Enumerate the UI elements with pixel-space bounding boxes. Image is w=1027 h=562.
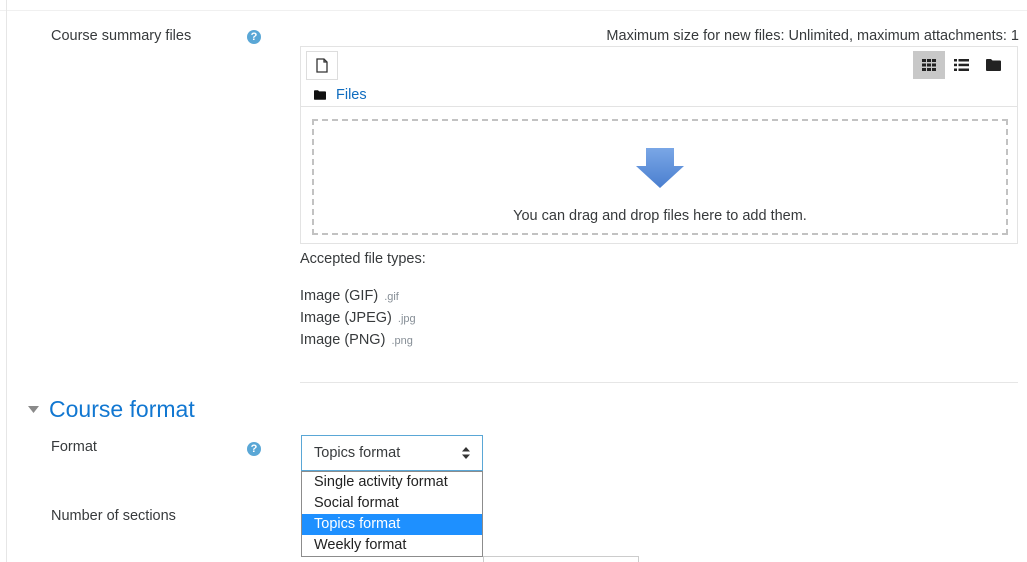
path-link-files[interactable]: Files <box>336 87 367 103</box>
left-border <box>6 0 7 562</box>
file-icon <box>316 58 328 73</box>
help-icon[interactable]: ? <box>247 442 261 456</box>
view-mode-toggle <box>913 51 1009 79</box>
section-title: Course format <box>49 396 195 422</box>
format-option[interactable]: Single activity format <box>302 472 482 493</box>
path-divider <box>301 106 1017 107</box>
view-tree-button[interactable] <box>977 51 1009 79</box>
format-select-value: Topics format <box>314 445 401 461</box>
file-type-item: Image (PNG) .png <box>300 332 413 348</box>
download-arrow-icon <box>636 148 684 188</box>
max-size-info: Maximum size for new files: Unlimited, m… <box>606 28 1019 44</box>
dropzone-message: You can drag and drop files here to add … <box>513 208 807 224</box>
collapse-caret-icon <box>28 406 39 413</box>
format-option-selected[interactable]: Topics format <box>302 514 482 535</box>
file-type-name: Image (PNG) <box>300 332 386 348</box>
folder-icon <box>314 90 326 100</box>
grid-icon <box>922 59 936 71</box>
list-icon <box>953 59 969 71</box>
format-option[interactable]: Social format <box>302 493 482 514</box>
view-list-button[interactable] <box>945 51 977 79</box>
add-file-button[interactable] <box>306 51 338 80</box>
file-type-ext: .png <box>391 335 413 347</box>
help-icon[interactable]: ? <box>247 30 261 44</box>
course-format-header[interactable]: Course format <box>28 396 195 423</box>
format-select[interactable]: Topics format <box>301 435 483 471</box>
file-type-ext: .gif <box>384 291 399 303</box>
folder-icon <box>985 59 1001 71</box>
sections-select-partial[interactable] <box>483 556 639 562</box>
top-divider <box>0 10 1027 11</box>
format-label: Format <box>51 439 97 455</box>
file-type-name: Image (JPEG) <box>300 310 392 326</box>
view-icons-button[interactable] <box>913 51 945 79</box>
file-type-ext: .jpg <box>397 313 416 325</box>
select-arrows-icon <box>462 447 470 459</box>
file-type-item: Image (JPEG) .jpg <box>300 310 416 326</box>
number-of-sections-label: Number of sections <box>51 508 176 524</box>
accepted-types-heading: Accepted file types: <box>300 251 426 267</box>
section-divider <box>300 382 1018 383</box>
file-type-name: Image (GIF) <box>300 288 379 304</box>
course-summary-files-label: Course summary files <box>51 28 192 44</box>
breadcrumb: Files <box>314 87 367 103</box>
file-type-item: Image (GIF) .gif <box>300 288 399 304</box>
format-option[interactable]: Weekly format <box>302 535 482 556</box>
format-dropdown-list: Single activity format Social format Top… <box>301 471 483 557</box>
